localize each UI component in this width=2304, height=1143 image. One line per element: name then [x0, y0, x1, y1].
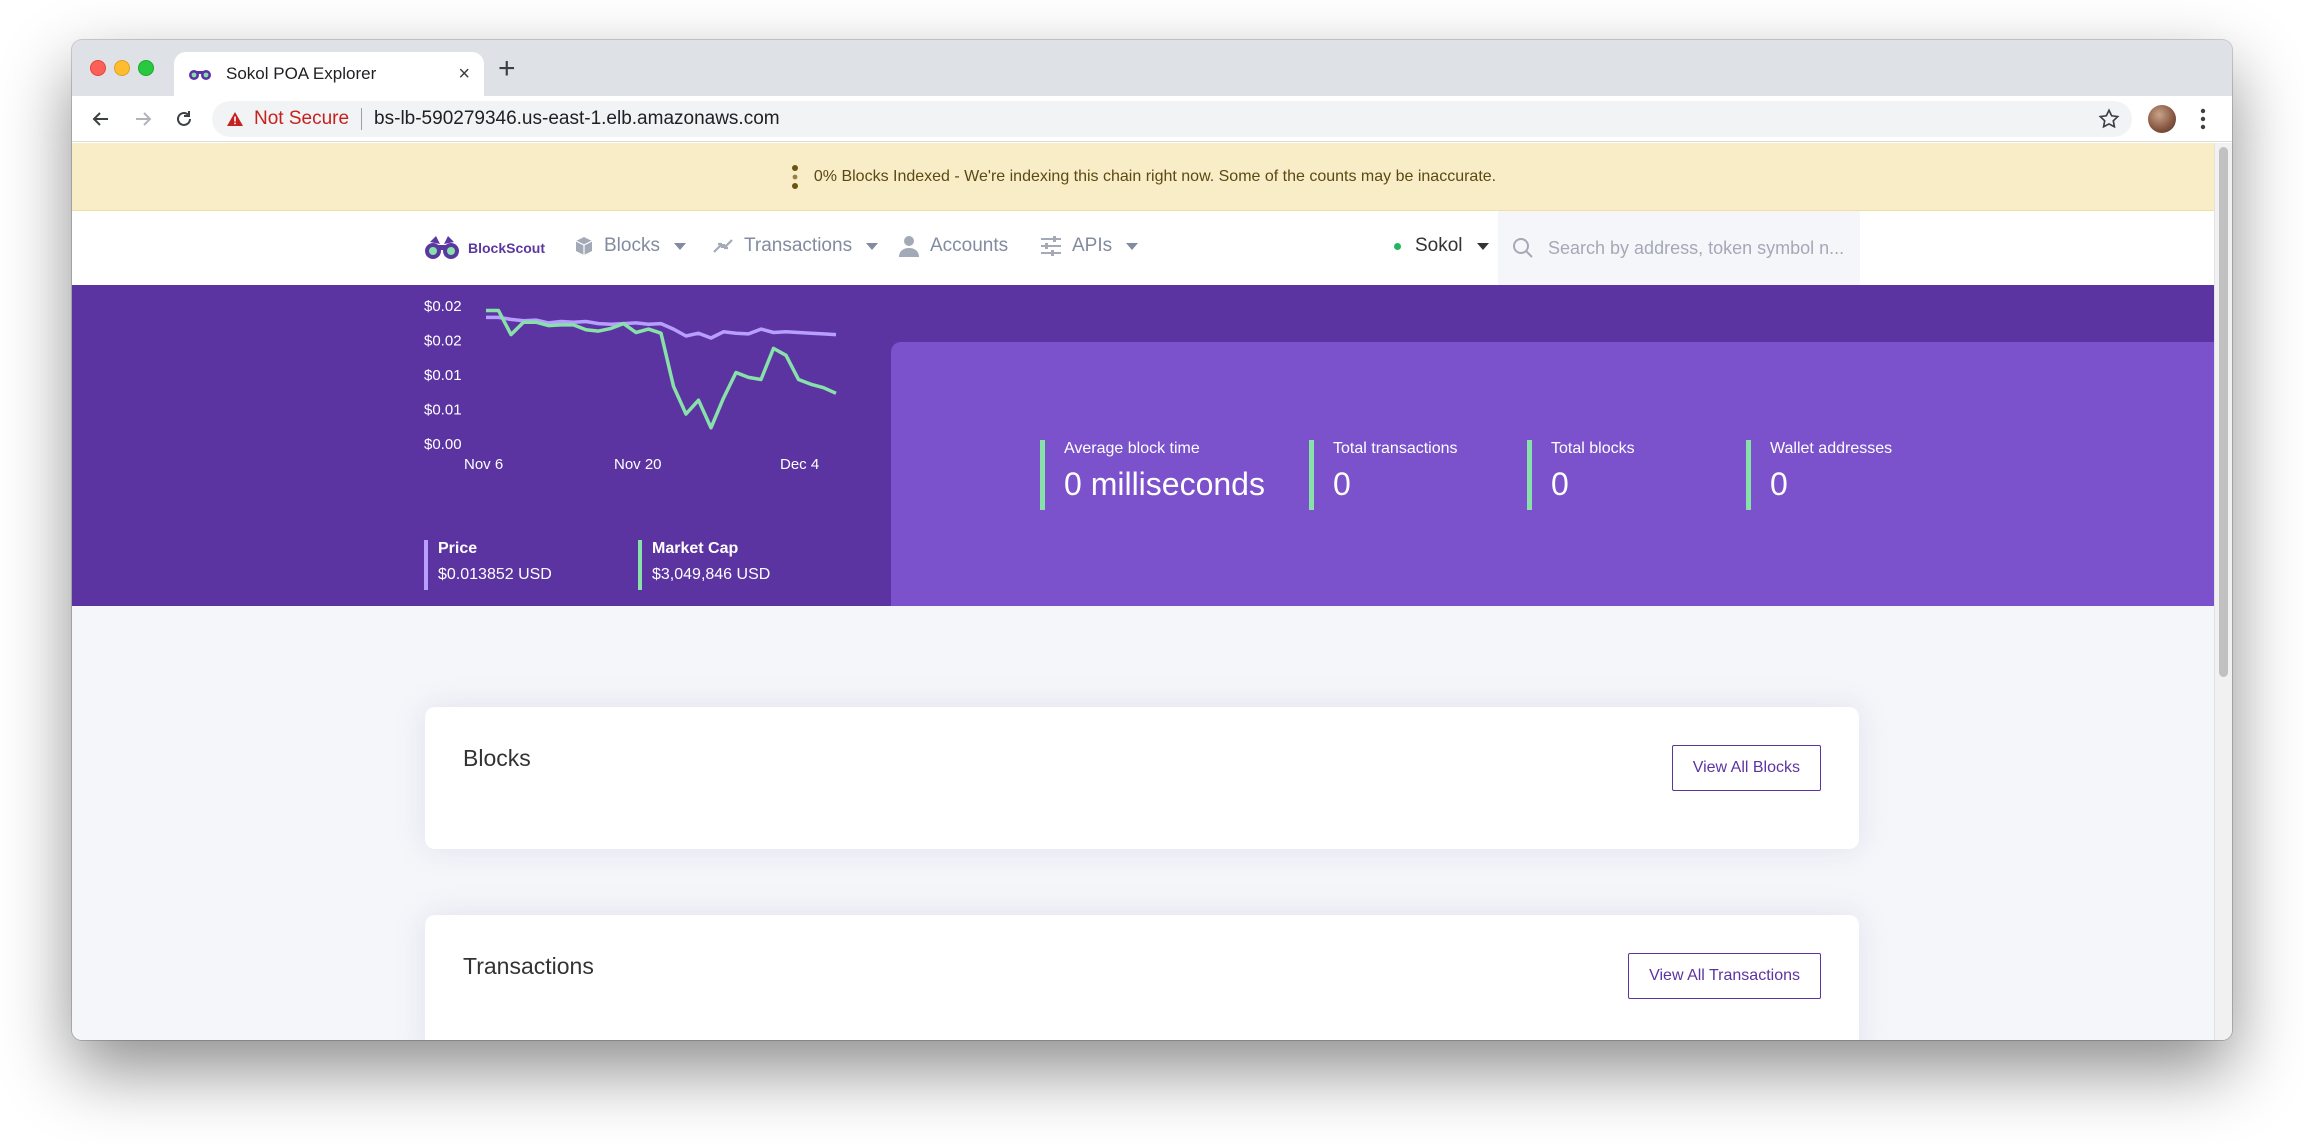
y-tick-label: $0.01 [424, 367, 462, 384]
bookmark-star-icon[interactable] [2098, 108, 2120, 130]
tab-title: Sokol POA Explorer [226, 64, 377, 83]
y-tick-label: $0.01 [424, 402, 462, 419]
nav-blocks-label: Blocks [604, 235, 660, 256]
close-window-button[interactable] [90, 60, 106, 76]
forward-button[interactable] [128, 104, 158, 134]
profile-avatar[interactable] [2148, 105, 2176, 133]
nav-apis-label: APIs [1072, 235, 1113, 256]
chevron-down-icon [866, 242, 879, 250]
x-tick-label: Nov 20 [614, 456, 662, 473]
chevron-down-icon [1476, 242, 1489, 250]
dashboard-hero: $0.02 $0.02 $0.01 $0.01 $0.00 Nov 6 Nov 20 Dec … [72, 285, 2214, 606]
stat-bar [1746, 440, 1751, 510]
view-all-blocks-button[interactable]: View All Blocks [1671, 745, 1821, 791]
stat-value: 0 [1770, 466, 1788, 502]
page-viewport: 0% Blocks Indexed - We're indexing this … [72, 143, 2232, 1040]
nav-apis[interactable]: APIs [1040, 235, 1139, 257]
indexing-banner-text: 0% Blocks Indexed - We're indexing this … [813, 167, 1497, 185]
tab-sokol-poa-explorer[interactable]: Sokol POA Explorer × [174, 52, 484, 96]
x-tick-label: Dec 4 [780, 456, 819, 473]
omnibox-divider [361, 108, 363, 130]
network-name: Sokol [1415, 235, 1463, 256]
market-cap-series-line [486, 308, 837, 430]
price-legend-bar [424, 540, 428, 590]
stat-total-transactions: Total transactions 0 [1309, 440, 1458, 510]
brand-name: BlockScout [468, 240, 546, 256]
price-value: $0.013852 USD [438, 566, 552, 583]
market-cap-legend: Market Cap $3,049,846 USD [638, 540, 771, 590]
reload-icon [177, 111, 191, 126]
market-cap-value: $3,049,846 USD [652, 566, 771, 583]
scrollbar-thumb[interactable] [2219, 147, 2228, 677]
stat-label: Total transactions [1333, 440, 1458, 457]
site-navbar: BlockScout Blocks Transactions Accounts … [72, 211, 2214, 285]
kebab-menu-icon[interactable] [2200, 108, 2206, 130]
user-icon [899, 236, 919, 257]
stat-bar [1527, 440, 1532, 510]
arrow-left-icon [92, 112, 108, 126]
nav-transactions-label: Transactions [744, 235, 853, 256]
arrow-right-icon [136, 112, 152, 126]
loading-dots-icon [791, 164, 798, 189]
address-bar[interactable]: Not Secure bs-lb-590279346.us-east-1.elb… [212, 101, 2132, 137]
nav-accounts[interactable]: Accounts [898, 235, 1008, 257]
back-button[interactable] [86, 104, 116, 134]
y-tick-label: $0.00 [424, 436, 462, 453]
price-market-cap-chart: $0.02 $0.02 $0.01 $0.01 $0.00Nov 6 Nov 20 Dec … [424, 298, 837, 473]
stat-value: 0 [1551, 466, 1569, 502]
minimize-window-button[interactable] [114, 60, 130, 76]
market-cap-label: Market Cap [652, 540, 739, 557]
stat-label: Total blocks [1551, 440, 1635, 457]
nav-blocks[interactable]: Blocks [574, 235, 686, 257]
stat-label: Average block time [1064, 440, 1200, 457]
browser-toolbar: Not Secure bs-lb-590279346.us-east-1.elb… [72, 96, 2232, 142]
stat-label: Wallet addresses [1770, 440, 1893, 457]
stat-bar [1040, 440, 1045, 510]
stat-wallet-addresses: Wallet addresses 0 [1746, 440, 1893, 510]
binoculars-icon [425, 236, 459, 259]
stat-value: 0 milliseconds [1064, 466, 1265, 502]
view-all-transactions-button[interactable]: View All Transactions [1628, 953, 1821, 999]
search-box[interactable] [1498, 211, 1860, 285]
cube-icon [575, 237, 593, 255]
security-status[interactable]: Not Secure [254, 108, 349, 130]
maximize-window-button[interactable] [138, 60, 154, 76]
sliders-icon [1041, 236, 1061, 256]
tab-strip: Sokol POA Explorer × + [72, 40, 2232, 96]
blocks-card-title: Blocks [463, 745, 531, 771]
stat-value: 0 [1333, 466, 1351, 502]
search-icon [1513, 238, 1533, 258]
stat-average-block-time: Average block time 0 milliseconds [1040, 440, 1265, 510]
stat-bar [1309, 440, 1314, 510]
browser-window: Sokol POA Explorer × + Not Secure bs-lb-… [72, 40, 2232, 1040]
price-label: Price [438, 540, 478, 557]
warning-icon [227, 112, 243, 126]
x-tick-label: Nov 6 [464, 456, 503, 473]
y-tick-label: $0.02 [424, 333, 462, 350]
transfer-arrows-icon [713, 239, 733, 253]
nav-accounts-label: Accounts [930, 235, 1009, 256]
tab-close-button[interactable]: × [458, 64, 470, 84]
transactions-card-title: Transactions [463, 953, 594, 979]
page-scrollbar[interactable] [2214, 143, 2232, 1040]
chevron-down-icon [673, 242, 686, 250]
url-text[interactable]: bs-lb-590279346.us-east-1.elb.amazonaws.… [374, 108, 780, 130]
transactions-card: Transactions View All Transactions [425, 915, 1859, 1040]
price-legend: Price $0.013852 USD [424, 540, 552, 590]
indexing-banner: 0% Blocks Indexed - We're indexing this … [72, 143, 2214, 211]
market-cap-legend-bar [638, 540, 642, 590]
stats-panel: Average block time 0 milliseconds Total … [891, 342, 2214, 606]
reload-button[interactable] [169, 104, 199, 134]
chevron-down-icon [1126, 242, 1139, 250]
search-input[interactable] [1548, 237, 1848, 259]
binoculars-icon [188, 66, 214, 82]
network-selector[interactable]: Sokol [1394, 235, 1489, 257]
new-tab-button[interactable]: + [498, 54, 516, 84]
network-status-dot [1394, 242, 1401, 250]
nav-transactions[interactable]: Transactions [712, 235, 879, 257]
stat-total-blocks: Total blocks 0 [1527, 440, 1635, 510]
blockscout-logo[interactable]: BlockScout [424, 234, 545, 262]
y-tick-label: $0.02 [424, 298, 462, 315]
blocks-card: Blocks View All Blocks [425, 707, 1859, 849]
